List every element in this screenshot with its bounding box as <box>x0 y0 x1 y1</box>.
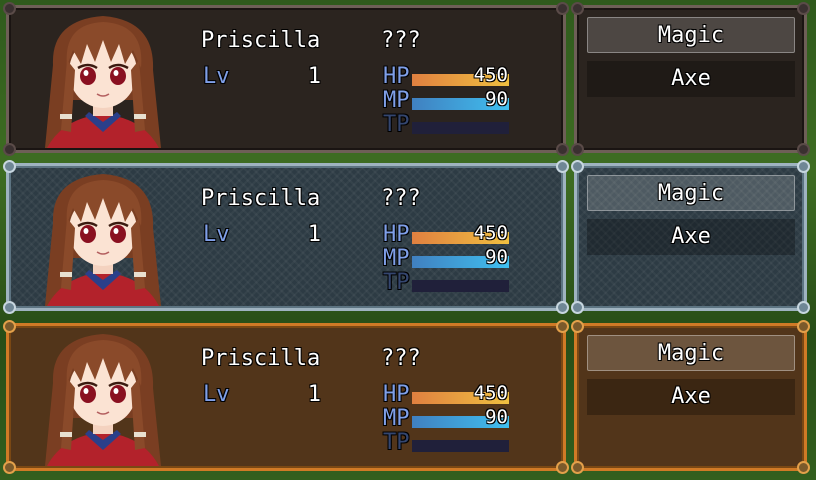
actor-command-window: Magic Axe <box>571 160 810 314</box>
level-value: 1 <box>307 382 321 407</box>
actor-face-portrait <box>43 14 163 148</box>
command-axe[interactable]: Axe <box>587 219 795 255</box>
actor-class: ??? <box>381 346 421 371</box>
mp-value: 90 <box>485 88 508 110</box>
hp-label: HP <box>383 64 410 89</box>
tp-gauge <box>412 440 509 452</box>
actor-command-window: Magic Axe <box>571 320 810 474</box>
tp-gauge <box>412 280 509 292</box>
command-axe-label: Axe <box>671 384 711 409</box>
actor-command-window: Magic Axe <box>571 2 810 156</box>
tp-label: TP <box>383 112 410 137</box>
actor-name: Priscilla <box>201 186 321 211</box>
actor-class: ??? <box>381 28 421 53</box>
tp-gauge <box>412 122 509 134</box>
hp-value: 450 <box>473 382 508 404</box>
mp-label: MP <box>383 406 410 431</box>
actor-name: Priscilla <box>201 28 321 53</box>
hp-label: HP <box>383 382 410 407</box>
level-label: Lv <box>203 382 230 407</box>
hp-label: HP <box>383 222 410 247</box>
command-magic[interactable]: Magic <box>587 17 795 53</box>
mp-label: MP <box>383 246 410 271</box>
command-axe[interactable]: Axe <box>587 379 795 415</box>
actor-status-window: Priscilla ??? Lv 1 HP MP TP 450 90 <box>3 2 569 156</box>
actor-class: ??? <box>381 186 421 211</box>
tp-label: TP <box>383 430 410 455</box>
command-axe-label: Axe <box>671 66 711 91</box>
actor-face-portrait <box>43 332 163 466</box>
level-label: Lv <box>203 222 230 247</box>
command-magic[interactable]: Magic <box>587 175 795 211</box>
actor-face-portrait <box>43 172 163 306</box>
command-magic[interactable]: Magic <box>587 335 795 371</box>
level-value: 1 <box>307 64 321 89</box>
command-magic-label: Magic <box>657 23 725 48</box>
command-axe-label: Axe <box>671 224 711 249</box>
mp-value: 90 <box>485 406 508 428</box>
actor-name: Priscilla <box>201 346 321 371</box>
actor-status-window: Priscilla ??? Lv 1 HP MP TP 450 90 <box>3 160 569 314</box>
hp-value: 450 <box>473 64 508 86</box>
mp-label: MP <box>383 88 410 113</box>
mp-value: 90 <box>485 246 508 268</box>
level-value: 1 <box>307 222 321 247</box>
command-magic-label: Magic <box>657 181 725 206</box>
hp-value: 450 <box>473 222 508 244</box>
command-magic-label: Magic <box>657 341 725 366</box>
command-axe[interactable]: Axe <box>587 61 795 97</box>
tp-label: TP <box>383 270 410 295</box>
level-label: Lv <box>203 64 230 89</box>
actor-status-window: Priscilla ??? Lv 1 HP MP TP 450 90 <box>3 320 569 474</box>
